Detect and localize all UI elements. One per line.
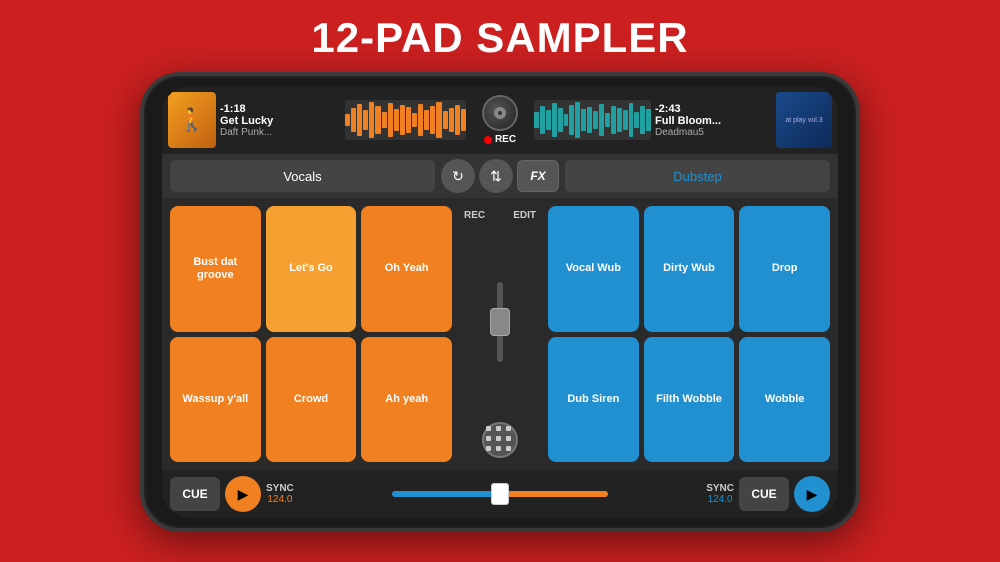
pad-left-2[interactable]: Oh Yeah (361, 206, 452, 332)
right-album-art: at play vol.3 (776, 92, 832, 148)
phone-container: 🚶 -1:18 Get Lucky Daft Punk... (140, 72, 860, 532)
pad-left-1[interactable]: Let's Go (266, 206, 357, 332)
left-track-info: -1:18 Get Lucky Daft Punk... (220, 103, 341, 138)
bottom-bar: CUE ▶ SYNC 124.0 (162, 470, 838, 518)
rec-dot (484, 136, 492, 144)
right-cue-btn[interactable]: CUE (739, 477, 789, 511)
controls-row: Vocals ↻ ⇅ FX Dubstep (162, 154, 838, 198)
fx-btn[interactable]: FX (517, 160, 559, 192)
right-bpm: 124.0 (708, 494, 733, 505)
rec-indicator: REC (484, 134, 516, 145)
left-timer: -1:18 (220, 103, 341, 115)
right-waveform (534, 100, 651, 140)
left-waveform (345, 100, 466, 140)
crossfader-section (392, 491, 608, 497)
pad-right-0[interactable]: Vocal Wub (548, 206, 639, 332)
left-play-btn[interactable]: ▶ (225, 476, 261, 512)
pad-right-2[interactable]: Drop (739, 206, 830, 332)
right-sync-block: SYNC 124.0 (706, 483, 734, 505)
right-art-label: at play vol.3 (783, 115, 824, 126)
left-album-art: 🚶 (168, 92, 216, 148)
side-button (140, 196, 144, 226)
left-cue-btn[interactable]: CUE (170, 477, 220, 511)
left-bpm: 124.0 (267, 494, 292, 505)
left-artist: Daft Punk... (220, 127, 341, 138)
center-btns: ↻ ⇅ FX (441, 159, 559, 193)
pad-right-4[interactable]: Filth Wobble (644, 337, 735, 463)
fader-track[interactable] (497, 282, 503, 362)
bottom-right: SYNC 124.0 CUE ▶ (614, 476, 830, 512)
loop-btn[interactable]: ↻ (441, 159, 475, 193)
left-sync-label: SYNC (266, 483, 294, 494)
page-title: 12-PAD SAMPLER (311, 14, 688, 62)
right-category-btn[interactable]: Dubstep (565, 160, 830, 192)
phone-screen: 🚶 -1:18 Get Lucky Daft Punk... (162, 86, 838, 518)
page-background: 12-PAD SAMPLER 🚶 -1:18 Get Lucky Daft Pu… (0, 0, 1000, 562)
right-sync-label: SYNC (706, 483, 734, 494)
right-pad-section: Vocal Wub Dirty Wub Drop Dub Siren Filth… (548, 206, 830, 462)
phone-frame: 🚶 -1:18 Get Lucky Daft Punk... (140, 72, 860, 532)
edit-label: EDIT (513, 210, 536, 221)
pad-left-5[interactable]: Ah yeah (361, 337, 452, 463)
fader-thumb[interactable] (490, 308, 510, 336)
pad-right-3[interactable]: Dub Siren (548, 337, 639, 463)
right-track: -2:43 Full Bloom... Deadmau5 at play vol… (534, 92, 832, 148)
crossfader-handle[interactable] (491, 483, 509, 505)
right-artist: Deadmau5 (655, 127, 772, 138)
center-fader: REC EDIT (460, 206, 540, 462)
grid-dots (486, 426, 514, 454)
rec-label: REC (464, 210, 485, 221)
crossfader-track[interactable] (392, 491, 608, 497)
top-bar: 🚶 -1:18 Get Lucky Daft Punk... (162, 86, 838, 154)
pad-right-1[interactable]: Dirty Wub (644, 206, 735, 332)
pad-area: Bust dat groove Let's Go Oh Yeah Wassup … (162, 198, 838, 470)
left-category-btn[interactable]: Vocals (170, 160, 435, 192)
right-track-name: Full Bloom... (655, 115, 772, 127)
right-timer: -2:43 (655, 103, 772, 115)
grid-icon-btn[interactable] (482, 422, 518, 458)
right-track-info: -2:43 Full Bloom... Deadmau5 (655, 103, 772, 138)
left-track-name: Get Lucky (220, 115, 341, 127)
vinyl-disc (482, 95, 518, 131)
rec-edit-labels: REC EDIT (460, 210, 540, 221)
left-art-icon: 🚶 (178, 107, 205, 133)
rec-text: REC (495, 134, 516, 145)
bottom-left: CUE ▶ SYNC 124.0 (170, 476, 386, 512)
pad-left-4[interactable]: Crowd (266, 337, 357, 463)
pad-left-3[interactable]: Wassup y'all (170, 337, 261, 463)
center-top-controls: REC (470, 95, 530, 145)
right-play-btn[interactable]: ▶ (794, 476, 830, 512)
eq-btn[interactable]: ⇅ (479, 159, 513, 193)
left-sync-block: SYNC 124.0 (266, 483, 294, 505)
pad-left-0[interactable]: Bust dat groove (170, 206, 261, 332)
left-pad-section: Bust dat groove Let's Go Oh Yeah Wassup … (170, 206, 452, 462)
pad-right-5[interactable]: Wobble (739, 337, 830, 463)
left-track: 🚶 -1:18 Get Lucky Daft Punk... (168, 92, 466, 148)
